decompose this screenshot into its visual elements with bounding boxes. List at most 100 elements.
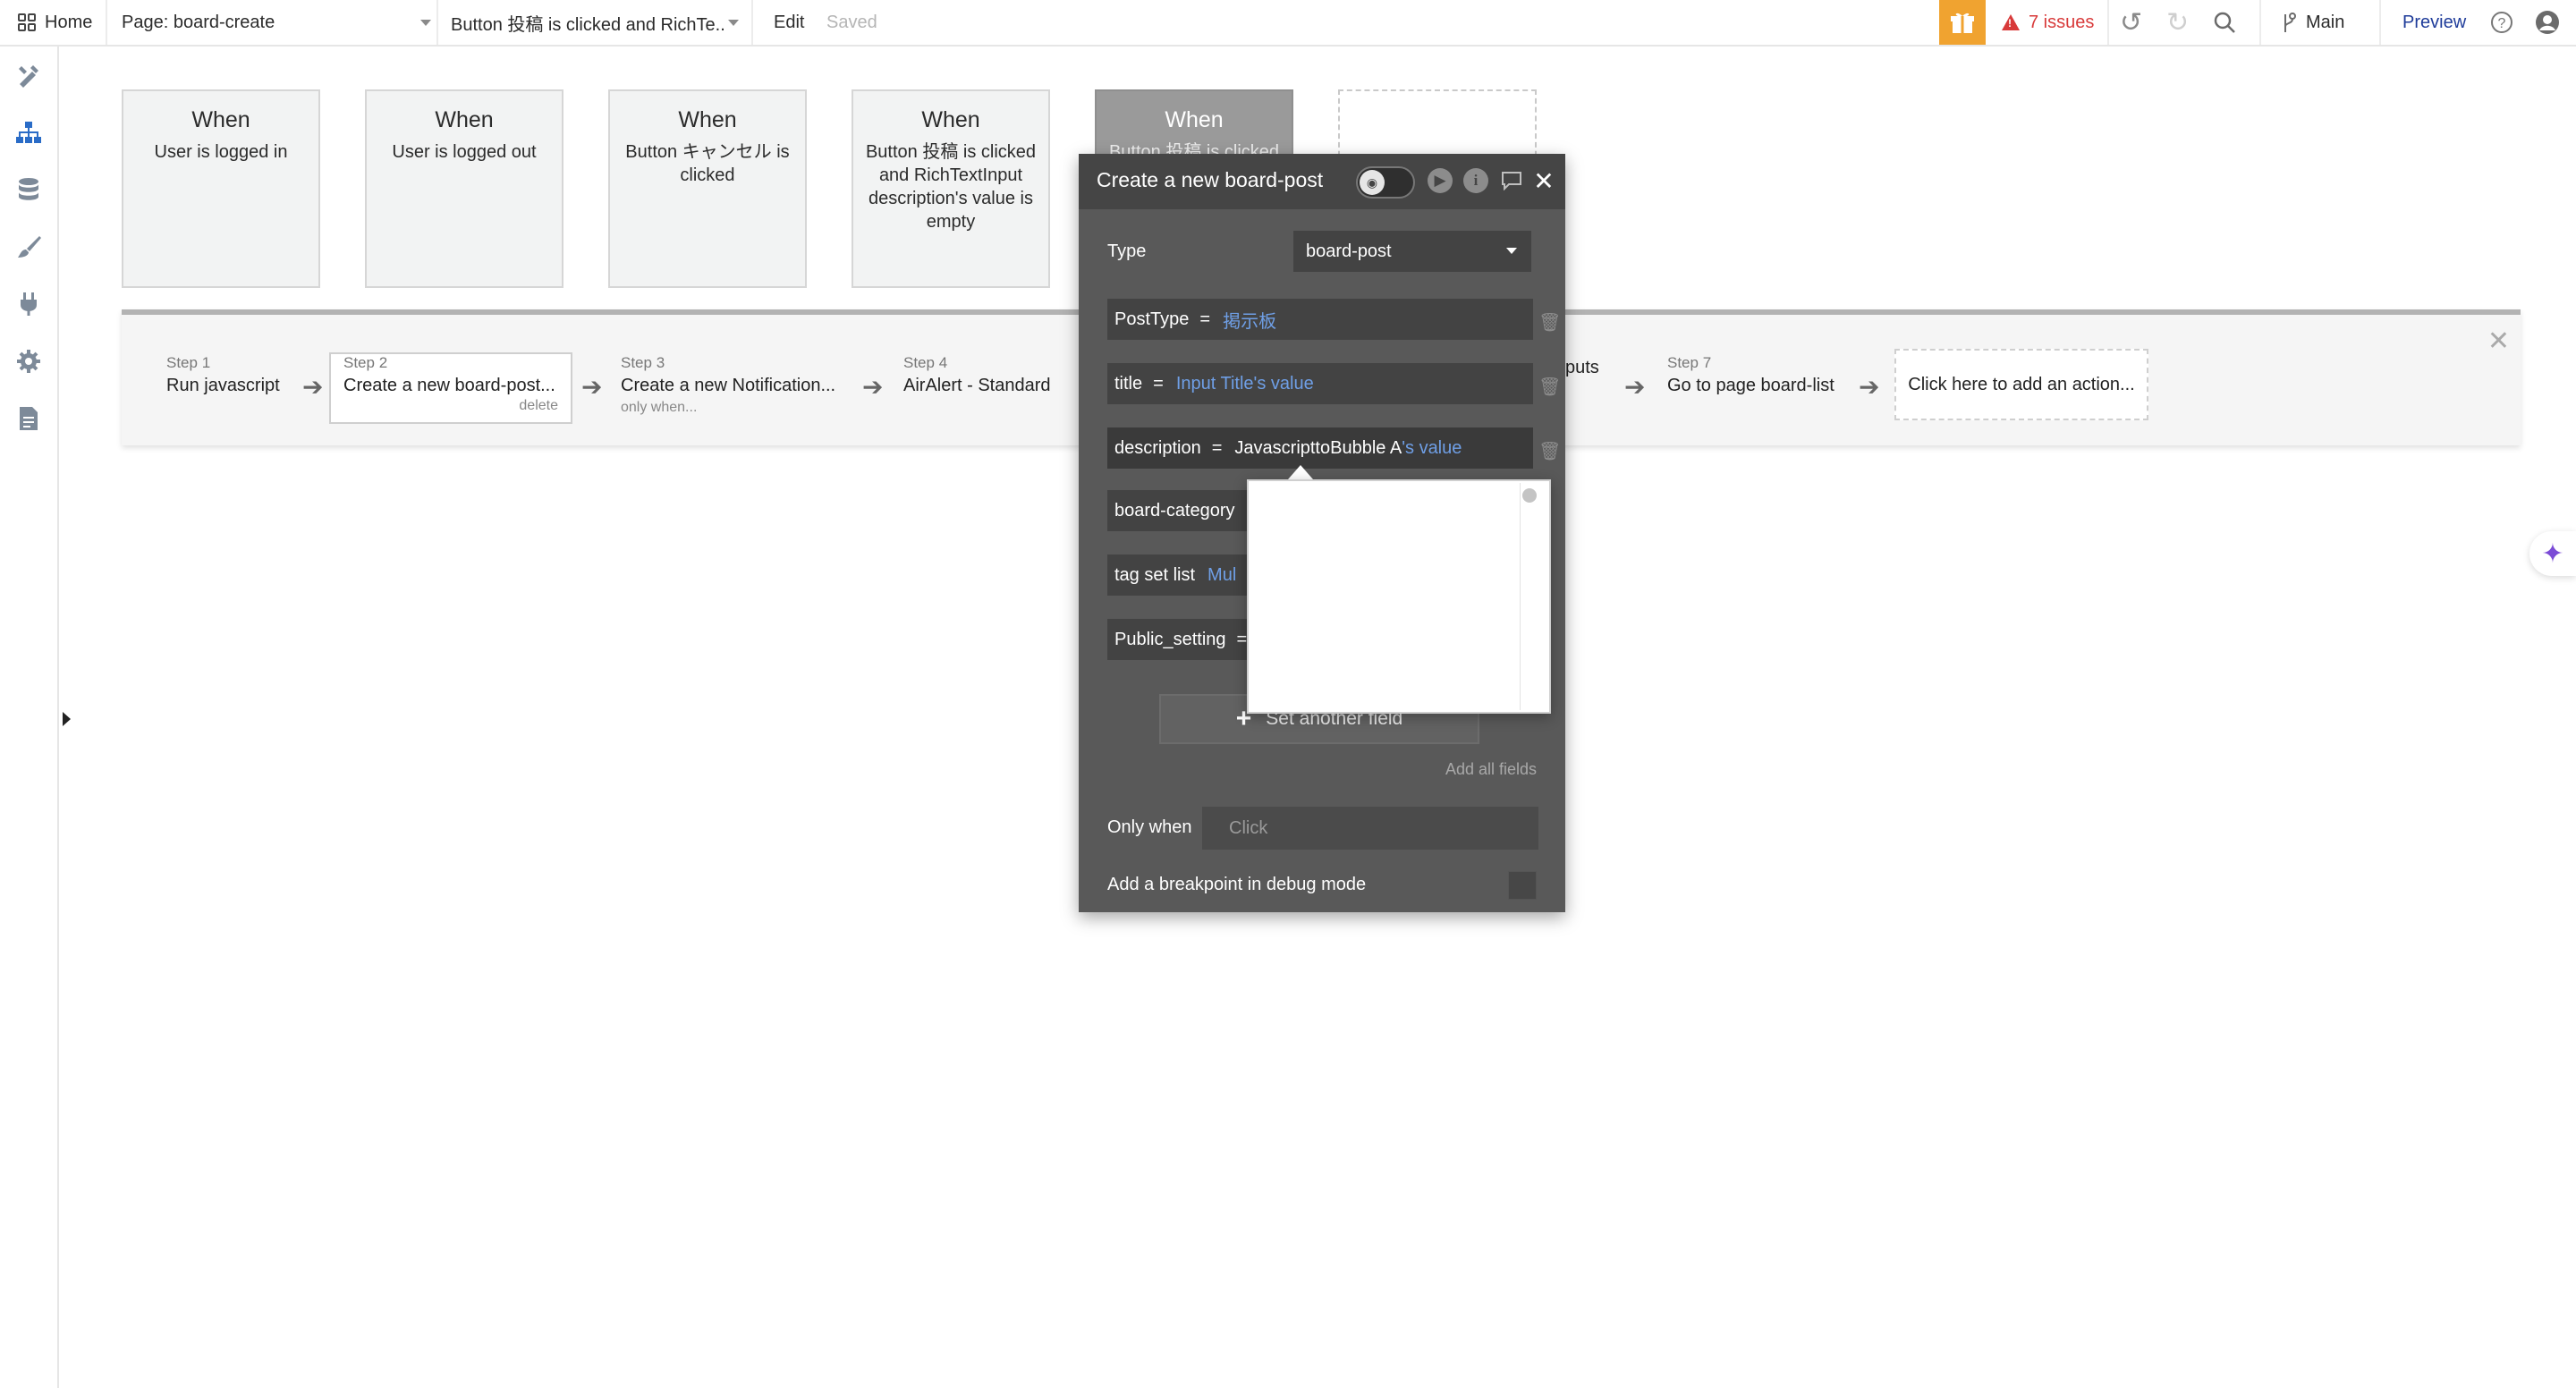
breakpoint-checkbox[interactable] (1508, 871, 1537, 900)
top-bar: Home Page: board-create Button 投稿 is cli… (0, 0, 2576, 47)
branch-selector[interactable]: Main (2281, 0, 2344, 45)
settings-icon[interactable] (14, 347, 43, 376)
step-label: Step 2 (343, 354, 388, 371)
help-icon[interactable]: ? (2490, 0, 2513, 45)
event-card[interactable]: When User is logged out (365, 89, 564, 288)
chevron-down-icon (420, 20, 431, 26)
event-when-label: When (678, 107, 737, 132)
data-icon[interactable] (14, 175, 43, 204)
expression-dropdown[interactable] (1247, 479, 1551, 714)
issues-button[interactable]: 7 issues (2002, 0, 2094, 45)
field-value[interactable]: Input Title's value (1176, 374, 1314, 394)
only-when-label: Only when (1107, 817, 1192, 837)
arrow-right-icon: ➔ (581, 373, 603, 401)
edit-menu[interactable]: Edit (774, 0, 804, 45)
comment-icon[interactable] (1499, 168, 1524, 193)
close-icon[interactable]: ✕ (1531, 167, 1556, 195)
action-step[interactable]: Step 1 Run javascript (166, 354, 280, 396)
page-selector[interactable]: Page: board-create (122, 0, 431, 45)
gift-icon (1951, 13, 1974, 33)
type-dropdown[interactable]: board-post (1293, 231, 1531, 272)
field-value[interactable]: 掲示板 (1223, 307, 1276, 333)
event-card[interactable]: When User is logged in (122, 89, 320, 288)
home-button[interactable]: Home (18, 0, 92, 45)
add-all-fields-link[interactable]: Add all fields (1445, 760, 1537, 779)
preview-button[interactable]: Preview (2402, 0, 2466, 45)
arrow-right-icon: ➔ (1624, 373, 1646, 401)
undo-icon[interactable]: ↺ (2120, 0, 2142, 45)
svg-text:?: ? (2498, 16, 2506, 31)
account-icon[interactable] (2535, 0, 2560, 45)
design-icon[interactable] (14, 61, 43, 89)
field-row-active[interactable]: description = JavascripttoBubble A 's va… (1107, 427, 1533, 469)
event-description: User is logged in (154, 142, 288, 162)
step-name: Create a new Notification... (621, 376, 836, 395)
scrollbar[interactable] (1520, 483, 1547, 710)
field-equals: = (1153, 373, 1164, 394)
trash-icon[interactable]: 🗑 (1538, 440, 1561, 461)
redo-icon[interactable]: ↻ (2166, 0, 2189, 45)
arrow-right-icon: ➔ (302, 373, 324, 401)
event-description: Button キャンセル is clicked (625, 142, 790, 185)
workflow-selector[interactable]: Button 投稿 is clicked and RichTe... (451, 0, 739, 45)
field-name: tag set list (1114, 564, 1196, 585)
step-label: Step 4 (903, 354, 948, 371)
event-description: Button 投稿 is clicked and RichTextInput d… (865, 142, 1037, 232)
plugins-icon[interactable] (14, 290, 43, 318)
search-icon[interactable] (2213, 0, 2236, 45)
step-name: puts (1565, 358, 1599, 377)
delete-step-link[interactable]: delete (343, 398, 558, 414)
add-action-button[interactable]: Click here to add an action... (1894, 349, 2148, 420)
step-name: Go to page board-list (1667, 376, 1835, 395)
branch-label: Main (2306, 12, 2345, 32)
field-value[interactable]: Mul (1208, 565, 1236, 586)
close-icon[interactable]: ✕ (2487, 326, 2510, 357)
workflow-icon[interactable] (14, 118, 43, 147)
ai-toggle[interactable]: ◉ (1356, 166, 1415, 199)
sparkle-icon[interactable]: ✦ (2529, 531, 2576, 576)
editor-title: Create a new board-post (1097, 168, 1324, 191)
preview-label: Preview (2402, 12, 2467, 32)
field-value[interactable]: JavascripttoBubble A (1234, 438, 1402, 459)
step-label: Step 1 (166, 354, 211, 371)
action-step[interactable]: Step 3 Create a new Notification... only… (621, 354, 835, 416)
chevron-down-icon (1506, 248, 1517, 254)
field-equals: = (1211, 437, 1223, 458)
trash-icon[interactable]: 🗑 (1538, 376, 1561, 397)
scrollbar-thumb[interactable] (1522, 488, 1537, 503)
event-when-label: When (921, 107, 980, 132)
action-step-selected[interactable]: Step 2 Create a new board-post... delete (329, 352, 572, 424)
home-label: Home (45, 12, 93, 32)
issues-label: 7 issues (2029, 12, 2095, 32)
field-value-suffix[interactable]: 's value (1402, 438, 1462, 459)
action-step[interactable]: Step 7 Go to page board-list (1667, 354, 1835, 396)
type-label: Type (1107, 241, 1147, 261)
info-icon[interactable]: i (1463, 168, 1488, 193)
event-card[interactable]: When Button 投稿 is clicked and RichTextIn… (852, 89, 1050, 288)
divider (106, 0, 107, 45)
gift-button[interactable] (1939, 0, 1986, 45)
action-step[interactable]: Step 4 AirAlert - Standard (903, 354, 1051, 396)
page-selector-label: Page: board-create (122, 12, 275, 32)
play-icon[interactable]: ▶ (1428, 168, 1453, 193)
workflow-selector-label: Button 投稿 is clicked and RichTe... (451, 14, 724, 35)
expand-panel-icon[interactable] (63, 712, 71, 726)
step-name: Run javascript (166, 376, 280, 395)
styles-icon[interactable] (14, 233, 43, 261)
field-row[interactable]: title = Input Title's value (1107, 363, 1533, 404)
divider (751, 0, 753, 45)
logs-icon[interactable] (14, 404, 43, 433)
field-row[interactable]: PostType = 掲示板 (1107, 299, 1533, 340)
field-name: board-category (1114, 500, 1235, 520)
chevron-down-icon (728, 20, 739, 26)
event-when-label: When (191, 107, 250, 132)
event-card[interactable]: When Button キャンセル is clicked (608, 89, 807, 288)
action-step[interactable]: puts (1565, 354, 1599, 378)
divider (436, 0, 438, 45)
field-name: description (1114, 437, 1201, 458)
divider (2259, 0, 2261, 45)
trash-icon[interactable]: 🗑 (1538, 311, 1561, 333)
breakpoint-label: Add a breakpoint in debug mode (1107, 875, 1367, 894)
only-when-input[interactable]: Click (1202, 807, 1538, 850)
event-description: User is logged out (392, 142, 537, 162)
